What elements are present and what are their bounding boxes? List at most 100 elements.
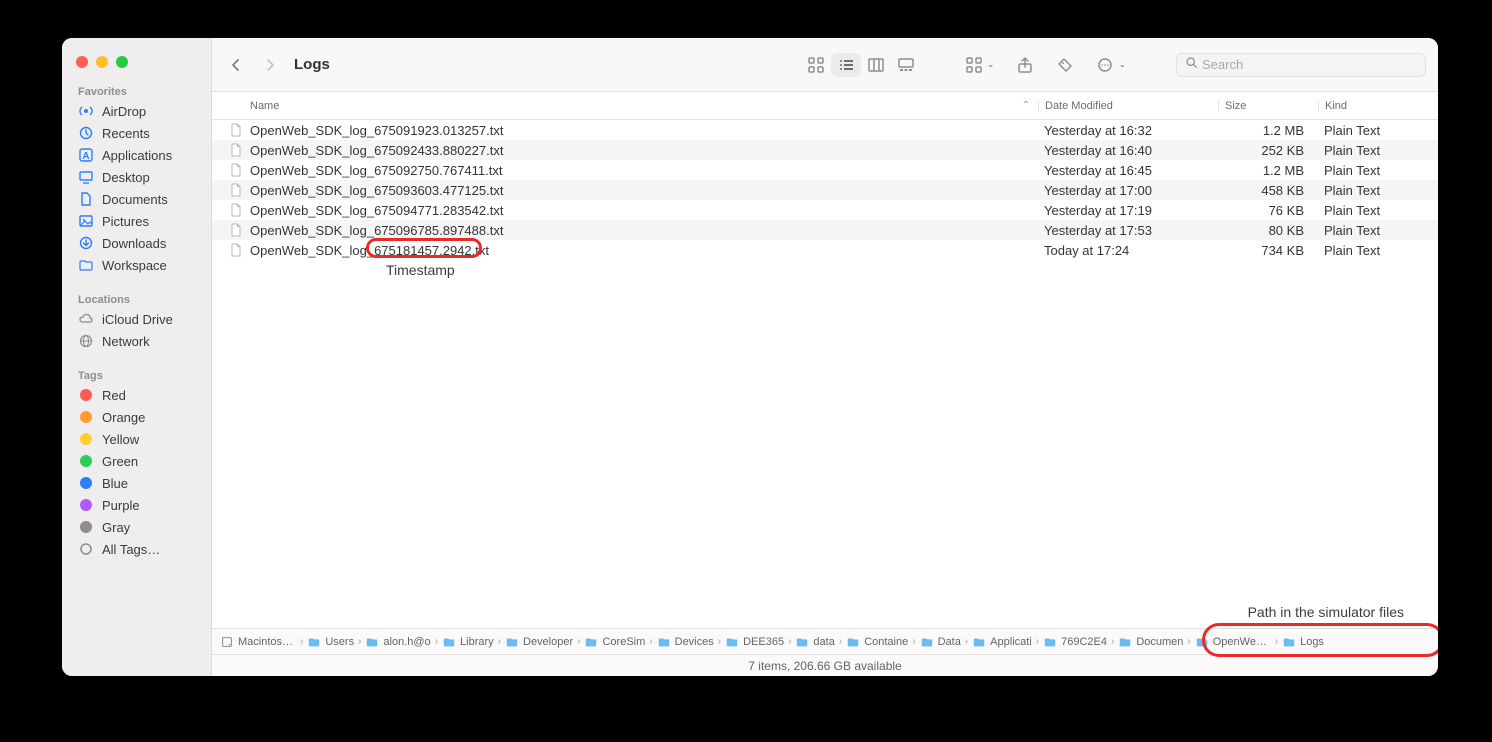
folder-icon — [584, 635, 598, 649]
icon-view-button[interactable] — [801, 53, 831, 77]
minimize-button[interactable] — [96, 56, 108, 68]
breadcrumb-label: 769C2E4 — [1061, 636, 1107, 648]
sidebar-item-label: Orange — [102, 410, 145, 425]
list-view-button[interactable] — [831, 53, 861, 77]
breadcrumb-item[interactable]: Data — [920, 635, 961, 649]
column-header-size[interactable]: Size — [1218, 100, 1318, 112]
breadcrumb-item[interactable]: Users — [307, 635, 354, 649]
chevron-down-icon: ⌄ — [987, 59, 995, 70]
file-row[interactable]: OpenWeb_SDK_log_675096785.897488.txt Yes… — [212, 220, 1438, 240]
file-row[interactable]: OpenWeb_SDK_log_675181457.2942.txt Today… — [212, 240, 1438, 260]
sidebar-tag-purple[interactable]: Purple — [62, 494, 211, 516]
sidebar-tag-orange[interactable]: Orange — [62, 406, 211, 428]
breadcrumb-item[interactable]: Developer — [505, 635, 573, 649]
sidebar-tag-gray[interactable]: Gray — [62, 516, 211, 538]
sidebar-item-label: All Tags… — [102, 542, 160, 557]
sidebar-item-recents[interactable]: Recents — [62, 122, 211, 144]
doc-icon — [78, 191, 94, 207]
sidebar-item-downloads[interactable]: Downloads — [62, 232, 211, 254]
file-list[interactable]: OpenWeb_SDK_log_675091923.013257.txt Yes… — [212, 120, 1438, 628]
sidebar-item-documents[interactable]: Documents — [62, 188, 211, 210]
sidebar-item-label: Green — [102, 454, 138, 469]
tag-button[interactable] — [1050, 52, 1080, 78]
breadcrumb-item[interactable]: Applicati — [972, 635, 1032, 649]
share-button[interactable] — [1010, 52, 1040, 78]
breadcrumb-item[interactable]: Devices — [657, 635, 714, 649]
sidebar-item-icloud drive[interactable]: iCloud Drive — [62, 308, 211, 330]
breadcrumb-item[interactable]: CoreSim — [584, 635, 645, 649]
file-date: Yesterday at 16:45 — [1038, 163, 1218, 178]
close-button[interactable] — [76, 56, 88, 68]
chevron-right-icon: › — [786, 636, 793, 647]
file-date: Yesterday at 17:53 — [1038, 223, 1218, 238]
file-name: OpenWeb_SDK_log_675092750.767411.txt — [250, 163, 503, 178]
file-kind: Plain Text — [1318, 243, 1438, 258]
sidebar-item-all-tags[interactable]: All Tags… — [62, 538, 211, 560]
gallery-view-button[interactable] — [891, 53, 921, 77]
sidebar-tag-red[interactable]: Red — [62, 384, 211, 406]
sidebar-item-pictures[interactable]: Pictures — [62, 210, 211, 232]
file-size: 734 KB — [1218, 243, 1318, 258]
column-view-button[interactable] — [861, 53, 891, 77]
file-row[interactable]: OpenWeb_SDK_log_675092750.767411.txt Yes… — [212, 160, 1438, 180]
breadcrumb-item[interactable]: Documen — [1118, 635, 1183, 649]
column-header-date[interactable]: Date Modified — [1038, 100, 1218, 112]
action-menu-button[interactable]: ⌄ — [1090, 52, 1132, 78]
file-date: Yesterday at 17:19 — [1038, 203, 1218, 218]
text-file-icon — [228, 242, 244, 258]
breadcrumb-item[interactable]: Containe — [846, 635, 908, 649]
breadcrumb-item[interactable]: 769C2E4 — [1043, 635, 1107, 649]
sidebar-tag-blue[interactable]: Blue — [62, 472, 211, 494]
sidebar-item-label: Downloads — [102, 236, 166, 251]
annotation-path-label: Path in the simulator files — [1248, 604, 1404, 620]
column-header-name[interactable]: Name ⌃ — [212, 100, 1038, 112]
file-size: 458 KB — [1218, 183, 1318, 198]
sidebar-item-desktop[interactable]: Desktop — [62, 166, 211, 188]
sidebar-item-network[interactable]: Network — [62, 330, 211, 352]
file-kind: Plain Text — [1318, 123, 1438, 138]
file-name: OpenWeb_SDK_log_675091923.013257.txt — [250, 123, 503, 138]
breadcrumb-item[interactable]: Library — [442, 635, 494, 649]
back-button[interactable] — [224, 51, 248, 79]
group-by-button[interactable]: ⌄ — [959, 52, 1001, 78]
text-file-icon — [228, 122, 244, 138]
text-file-icon — [228, 222, 244, 238]
breadcrumb-item[interactable]: DEE365 — [725, 635, 784, 649]
file-size: 1.2 MB — [1218, 123, 1318, 138]
sidebar-item-airdrop[interactable]: AirDrop — [62, 100, 211, 122]
sidebar-tag-green[interactable]: Green — [62, 450, 211, 472]
file-row[interactable]: OpenWeb_SDK_log_675093603.477125.txt Yes… — [212, 180, 1438, 200]
sidebar-item-label: Pictures — [102, 214, 149, 229]
sidebar-item-applications[interactable]: A Applications — [62, 144, 211, 166]
search-field[interactable] — [1176, 53, 1426, 77]
folder-icon — [78, 257, 94, 273]
search-input[interactable] — [1202, 57, 1417, 72]
folder-icon — [307, 635, 321, 649]
maximize-button[interactable] — [116, 56, 128, 68]
breadcrumb-item[interactable]: alon.h@o — [365, 635, 430, 649]
sidebar-item-workspace[interactable]: Workspace — [62, 254, 211, 276]
file-row[interactable]: OpenWeb_SDK_log_675092433.880227.txt Yes… — [212, 140, 1438, 160]
folder-icon — [795, 635, 809, 649]
text-file-icon — [228, 202, 244, 218]
disk-icon — [220, 635, 234, 649]
text-file-icon — [228, 162, 244, 178]
file-row[interactable]: OpenWeb_SDK_log_675094771.283542.txt Yes… — [212, 200, 1438, 220]
file-size: 80 KB — [1218, 223, 1318, 238]
file-kind: Plain Text — [1318, 183, 1438, 198]
breadcrumb-item[interactable]: data — [795, 635, 834, 649]
breadcrumb-item[interactable]: Macintosh HD — [220, 635, 296, 649]
window-controls — [62, 52, 211, 68]
sidebar-item-label: Yellow — [102, 432, 139, 447]
column-header-kind[interactable]: Kind — [1318, 100, 1438, 112]
file-row[interactable]: OpenWeb_SDK_log_675091923.013257.txt Yes… — [212, 120, 1438, 140]
file-name: OpenWeb_SDK_log_675181457.2942.txt — [250, 243, 489, 258]
folder-icon — [725, 635, 739, 649]
chevron-right-icon: › — [963, 636, 970, 647]
chevron-right-icon: › — [910, 636, 917, 647]
file-size: 76 KB — [1218, 203, 1318, 218]
forward-button[interactable] — [258, 51, 282, 79]
sidebar-item-label: Documents — [102, 192, 168, 207]
sidebar-tag-yellow[interactable]: Yellow — [62, 428, 211, 450]
folder-icon — [972, 635, 986, 649]
